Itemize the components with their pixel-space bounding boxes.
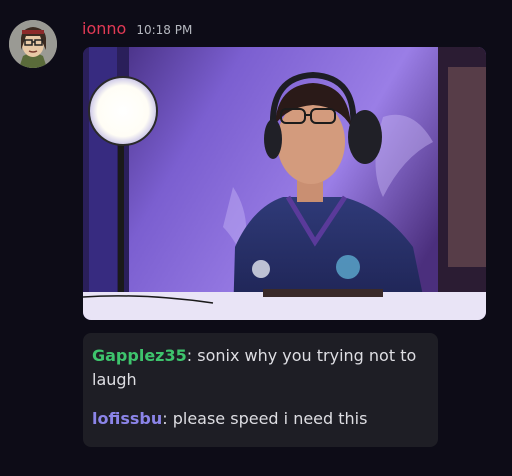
username[interactable]: ionno <box>82 19 126 38</box>
timestamp: 10:18 PM <box>136 23 193 37</box>
chat-message: ionno 10:18 PM Gapplez35: sonix why you … <box>0 0 512 476</box>
chat-separator: : <box>162 409 173 428</box>
image-attachment[interactable] <box>83 47 486 320</box>
chat-username: lofissbu <box>92 409 163 428</box>
chat-line: lofissbu: please speed i need this <box>92 407 428 431</box>
chat-overlay: Gapplez35: sonix why you trying not to l… <box>83 333 438 447</box>
chat-separator: : <box>186 346 198 365</box>
stream-photo <box>83 47 486 320</box>
chat-username: Gapplez35 <box>92 346 187 365</box>
message-header: ionno 10:18 PM <box>82 19 192 41</box>
chat-line: Gapplez35: sonix why you trying not to l… <box>92 344 428 392</box>
avatar-image <box>9 20 57 68</box>
avatar[interactable] <box>9 20 57 68</box>
chat-text: please speed i need this <box>172 409 368 428</box>
